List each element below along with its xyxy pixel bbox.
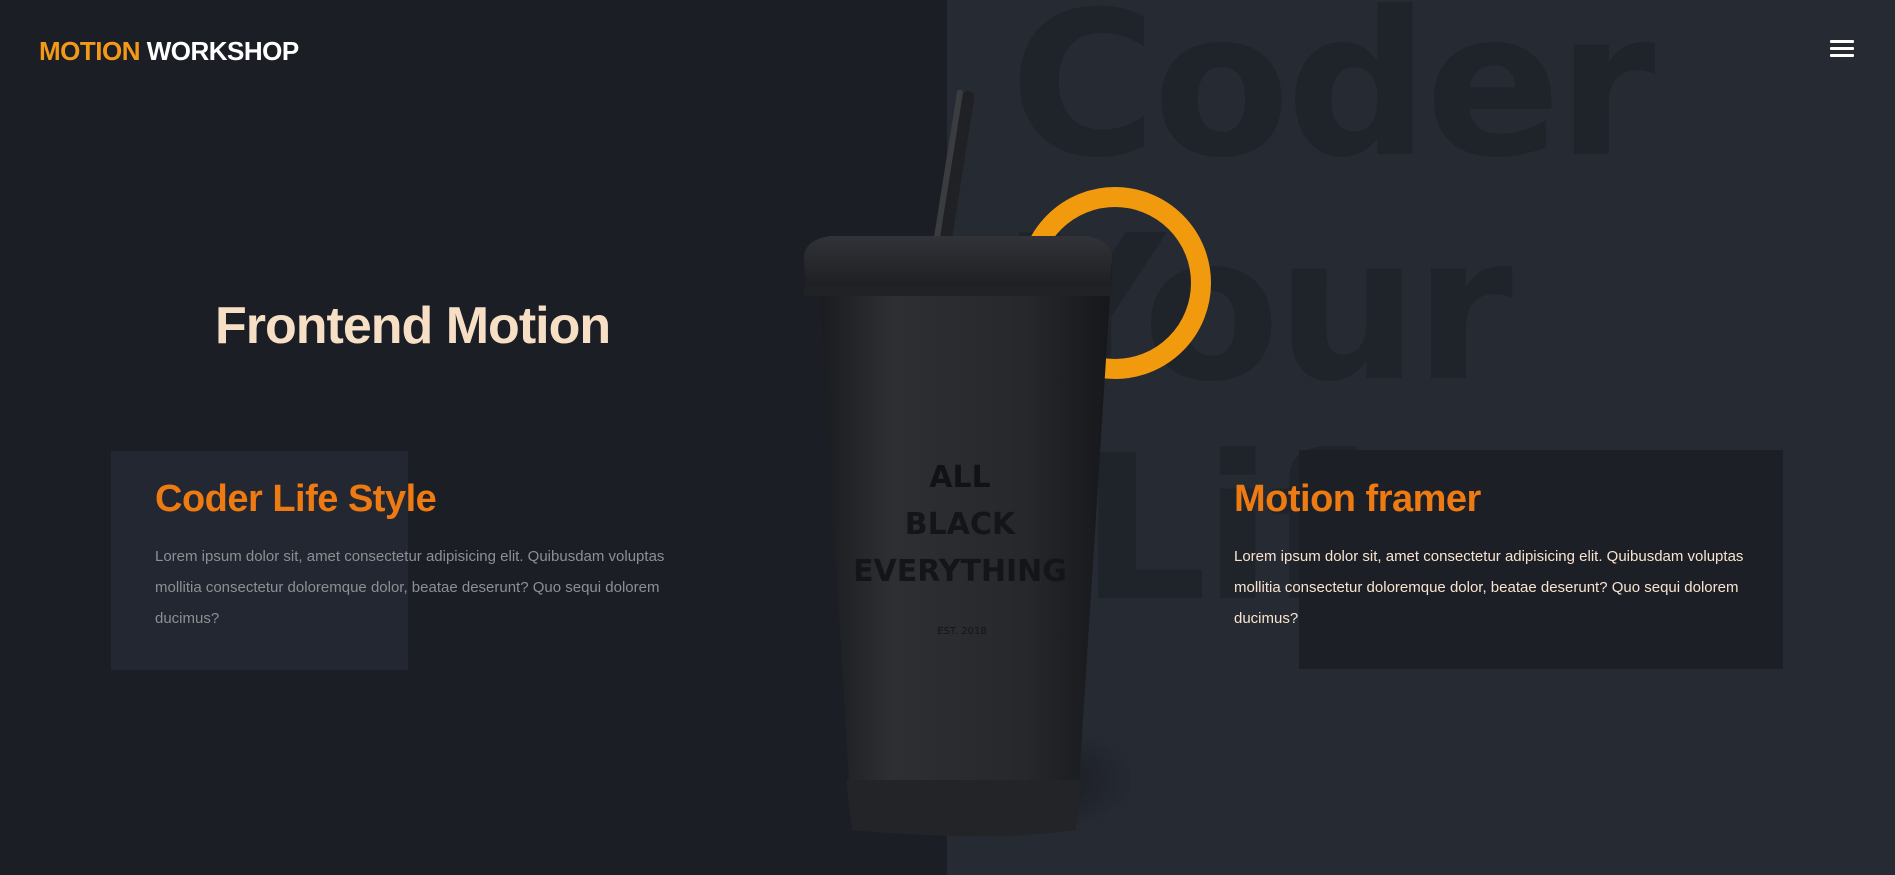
menu-bar bbox=[1830, 40, 1854, 43]
card-body: Lorem ipsum dolor sit, amet consectetur … bbox=[1234, 548, 1744, 627]
cup-text-small: EST. 2018 bbox=[937, 626, 986, 637]
cup-text-line-2: BLACK bbox=[905, 507, 1017, 542]
feature-card-coder-life-style: Coder Life Style Lorem ipsum dolor sit, … bbox=[155, 478, 675, 634]
card-title: Motion framer bbox=[1234, 478, 1481, 520]
hero-title: Frontend Motion bbox=[215, 297, 611, 355]
logo-accent-word: MOTION bbox=[39, 36, 141, 66]
feature-card-motion-framer: Motion framer Lorem ipsum dolor sit, ame… bbox=[1234, 478, 1754, 634]
site-logo[interactable]: MOTION WORKSHOP bbox=[39, 36, 299, 67]
menu-bar bbox=[1830, 47, 1854, 50]
card-title: Coder Life Style bbox=[155, 478, 437, 520]
card-body: Lorem ipsum dolor sit, amet consectetur … bbox=[155, 548, 665, 627]
cup-text-line-3: EVERYTHING bbox=[853, 554, 1067, 589]
menu-bar bbox=[1830, 54, 1854, 57]
cup-text-line-1: ALL bbox=[929, 460, 990, 495]
logo-rest-word: WORKSHOP bbox=[146, 36, 300, 66]
black-cup-image: ALL BLACK EVERYTHING EST. 2018 bbox=[804, 90, 1130, 840]
hamburger-menu-icon[interactable] bbox=[1830, 40, 1854, 60]
